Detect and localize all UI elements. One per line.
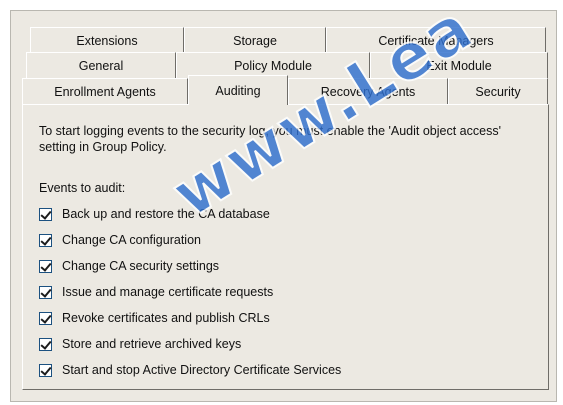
checkbox[interactable] bbox=[39, 363, 52, 377]
check-mark-icon bbox=[40, 233, 52, 246]
checkbox[interactable] bbox=[39, 207, 52, 221]
audit-event-change-config[interactable]: Change CA configuration bbox=[39, 227, 341, 253]
ca-properties-dialog: Extensions Storage Certificate Managers … bbox=[0, 0, 563, 405]
audit-event-store-retrieve[interactable]: Store and retrieve archived keys bbox=[39, 331, 341, 357]
check-mark-icon bbox=[40, 207, 52, 220]
checkbox[interactable] bbox=[39, 233, 52, 247]
checkbox-label: Revoke certificates and publish CRLs bbox=[62, 311, 270, 325]
check-mark-icon bbox=[40, 337, 52, 350]
checkbox-label: Change CA security settings bbox=[62, 259, 220, 273]
checkbox[interactable] bbox=[39, 311, 52, 325]
audit-events-list: Back up and restore the CA database Chan… bbox=[39, 201, 341, 383]
audit-event-change-security[interactable]: Change CA security settings bbox=[39, 253, 341, 279]
audit-event-backup-restore[interactable]: Back up and restore the CA database bbox=[39, 201, 341, 227]
events-to-audit-label: Events to audit: bbox=[39, 181, 126, 195]
checkbox-label: Back up and restore the CA database bbox=[62, 207, 270, 221]
checkbox-label: Store and retrieve archived keys bbox=[62, 337, 242, 351]
checkbox[interactable] bbox=[39, 337, 52, 351]
tab-security[interactable]: Security bbox=[448, 78, 548, 104]
checkbox-label: Change CA configuration bbox=[62, 233, 201, 247]
tab-enrollment-agents[interactable]: Enrollment Agents bbox=[22, 78, 188, 104]
tab-extensions[interactable]: Extensions bbox=[30, 27, 184, 53]
check-mark-icon bbox=[40, 311, 52, 324]
tab-recovery-agents[interactable]: Recovery Agents bbox=[288, 78, 448, 104]
audit-event-start-stop[interactable]: Start and stop Active Directory Certific… bbox=[39, 357, 341, 383]
auditing-panel: To start logging events to the security … bbox=[22, 104, 549, 390]
check-mark-icon bbox=[40, 285, 52, 298]
tab-exit-module[interactable]: Exit Module bbox=[370, 52, 548, 78]
checkbox[interactable] bbox=[39, 259, 52, 273]
tab-certificate-managers[interactable]: Certificate Managers bbox=[326, 27, 546, 53]
checkbox-label: Start and stop Active Directory Certific… bbox=[62, 363, 342, 377]
check-mark-icon bbox=[40, 363, 52, 376]
checkbox-label: Issue and manage certificate requests bbox=[62, 285, 274, 299]
checkbox[interactable] bbox=[39, 285, 52, 299]
audit-event-revoke-publish[interactable]: Revoke certificates and publish CRLs bbox=[39, 305, 341, 331]
intro-text: To start logging events to the security … bbox=[39, 124, 501, 154]
check-mark-icon bbox=[40, 259, 52, 272]
tab-auditing[interactable]: Auditing bbox=[188, 75, 288, 105]
tab-general[interactable]: General bbox=[26, 52, 176, 78]
audit-event-issue-manage[interactable]: Issue and manage certificate requests bbox=[39, 279, 341, 305]
tab-storage[interactable]: Storage bbox=[184, 27, 326, 53]
